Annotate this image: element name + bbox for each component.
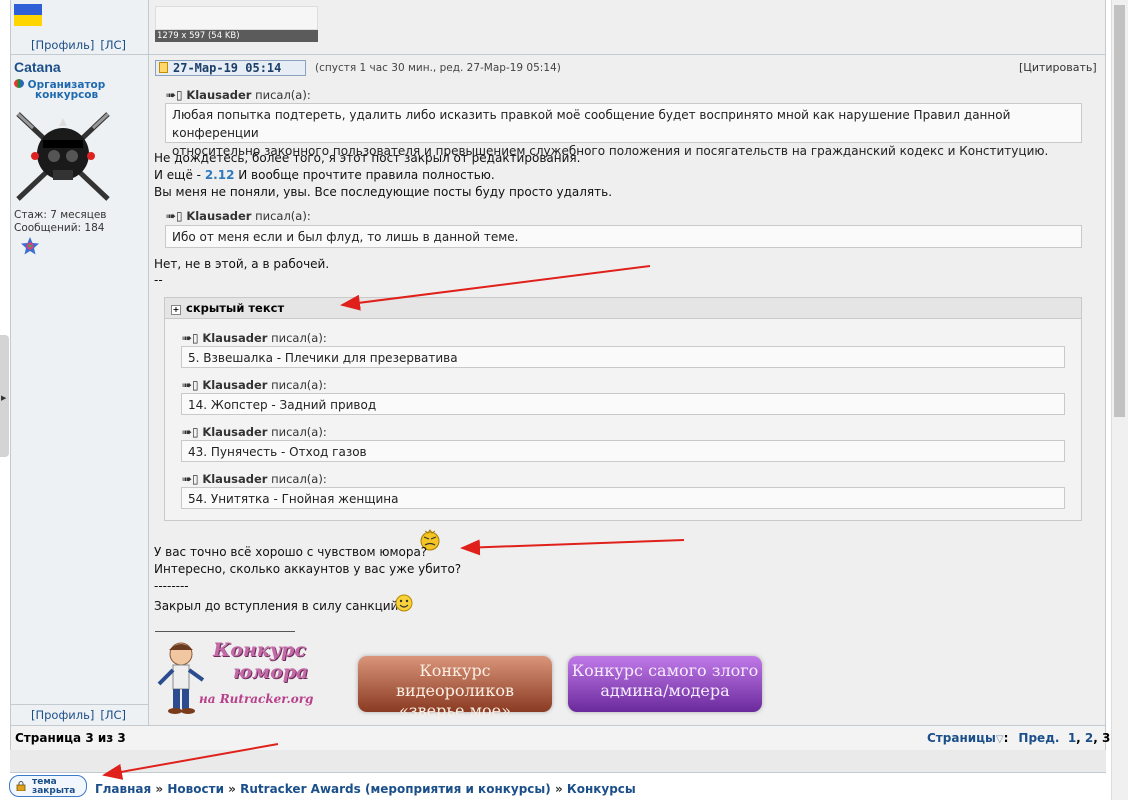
annotation-arrow-locked [102,743,279,780]
annotation-arrow-smiley [460,539,685,556]
annotation-arrows [102,265,685,780]
annotation-arrow-spoiler [340,265,651,311]
